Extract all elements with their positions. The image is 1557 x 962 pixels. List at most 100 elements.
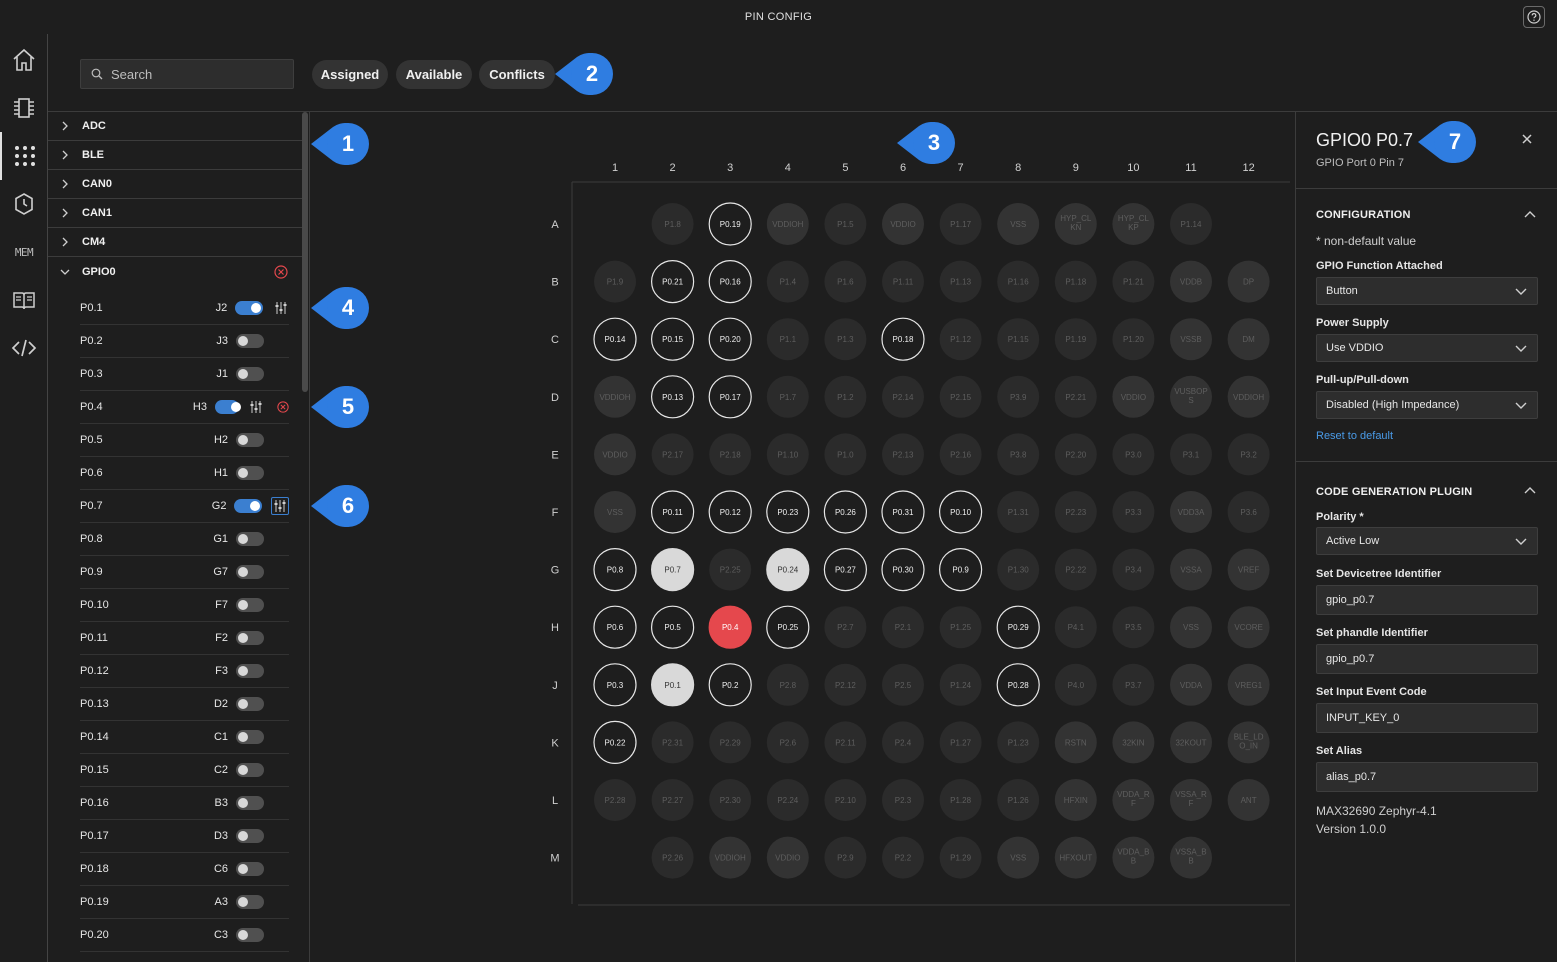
group-label: GPIO0 (82, 265, 116, 278)
pin-p2-20-label: P2.20 (1065, 450, 1086, 459)
power-supply-select[interactable]: Use VDDIO (1316, 334, 1538, 362)
pin-vssa-b-b-label: B (1188, 857, 1193, 866)
pin-p2-9-label: P2.9 (837, 854, 854, 863)
pin-toggle[interactable] (236, 466, 264, 480)
pin-row-p0-14[interactable]: P0.14 C1 (80, 721, 289, 754)
activity-mem[interactable]: MEM (0, 228, 48, 276)
pin-name: P0.2 (80, 335, 103, 347)
pin-row-p0-19[interactable]: P0.19 A3 (80, 886, 289, 919)
row-label: B (551, 277, 558, 289)
polarity-select[interactable]: Active Low (1316, 527, 1538, 555)
pin-toggle[interactable] (236, 334, 264, 348)
chevron-up-icon[interactable] (1524, 210, 1536, 218)
pin-row-p0-16[interactable]: P0.16 B3 (80, 787, 289, 820)
filter-assigned[interactable]: Assigned (312, 60, 388, 89)
pin-row-p0-3[interactable]: P0.3 J1 (80, 358, 289, 391)
pin-row-p0-4[interactable]: P0.4 H3 (80, 391, 289, 424)
pin-row-p0-1[interactable]: P0.1 J2 (80, 292, 289, 325)
toggle-knob (238, 666, 248, 676)
filter-available[interactable]: Available (396, 60, 472, 89)
pin-vdda-b-b-label: B (1131, 857, 1136, 866)
pin-toggle[interactable] (236, 763, 264, 777)
chevron-up-icon[interactable] (1524, 486, 1536, 494)
tune-icon (274, 500, 286, 512)
group-cm4[interactable]: CM4 (48, 228, 302, 257)
pin-row-p0-2[interactable]: P0.2 J3 (80, 325, 289, 358)
pin-row-p0-10[interactable]: P0.10 F7 (80, 589, 289, 622)
pin-toggle[interactable] (236, 862, 264, 876)
group-gpio0[interactable]: GPIO0 (48, 257, 302, 286)
pin-row-p0-7[interactable]: P0.7 G2 (80, 490, 289, 523)
conflict-icon (274, 265, 288, 279)
group-can1[interactable]: CAN1 (48, 199, 302, 228)
pin-p1-10-label: P1.10 (777, 450, 798, 459)
configuration-header[interactable]: CONFIGURATION (1316, 209, 1411, 221)
help-button[interactable] (1523, 6, 1545, 28)
pin-toggle[interactable] (214, 400, 241, 414)
pin-toggle[interactable] (234, 499, 263, 513)
pin-name: P0.20 (80, 929, 109, 941)
search-box[interactable] (80, 59, 294, 89)
pin-toggle[interactable] (236, 367, 264, 381)
event-code-input[interactable]: INPUT_KEY_0 (1316, 703, 1538, 733)
pin-row-p0-9[interactable]: P0.9 G7 (80, 556, 289, 589)
pin-toggle[interactable] (236, 697, 264, 711)
pin-toggle[interactable] (236, 631, 264, 645)
scrollbar-thumb[interactable] (302, 112, 308, 392)
configure-button[interactable] (249, 399, 263, 415)
filter-conflicts[interactable]: Conflicts (479, 60, 555, 89)
pin-name: P0.17 (80, 830, 109, 842)
phandle-input[interactable]: gpio_p0.7 (1316, 644, 1538, 674)
pin-row-p0-15[interactable]: P0.15 C2 (80, 754, 289, 787)
activity-code[interactable] (0, 324, 48, 372)
pin-toggle[interactable] (236, 433, 264, 447)
pin-p3-5-label: P3.5 (1125, 623, 1142, 632)
chevron-right-icon (62, 150, 68, 160)
pin-toggle[interactable] (236, 598, 264, 612)
pin-toggle[interactable] (236, 730, 264, 744)
pin-toggle[interactable] (236, 565, 264, 579)
pin-toggle[interactable] (236, 664, 264, 678)
reset-to-default-link[interactable]: Reset to default (1316, 430, 1393, 442)
pin-row-p0-13[interactable]: P0.13 D2 (80, 688, 289, 721)
devicetree-input[interactable]: gpio_p0.7 (1316, 585, 1538, 615)
pin-location: F7 (215, 599, 228, 611)
pin-row-p0-8[interactable]: P0.8 G1 (80, 523, 289, 556)
pin-toggle[interactable] (235, 301, 264, 315)
configure-button[interactable] (273, 300, 289, 316)
group-ble[interactable]: BLE (48, 141, 302, 170)
pin-row-p0-6[interactable]: P0.6 H1 (80, 457, 289, 490)
activity-pin-config[interactable] (0, 132, 48, 180)
pin-location: A3 (214, 896, 228, 908)
group-can0[interactable]: CAN0 (48, 170, 302, 199)
row-label: L (552, 795, 558, 807)
pin-row-p0-5[interactable]: P0.5 H2 (80, 424, 289, 457)
pin-row-p0-12[interactable]: P0.12 F3 (80, 655, 289, 688)
pin-toggle[interactable] (236, 895, 264, 909)
activity-device[interactable] (0, 84, 48, 132)
pin-row-p0-18[interactable]: P0.18 C6 (80, 853, 289, 886)
codegen-header[interactable]: CODE GENERATION PLUGIN (1316, 486, 1472, 498)
pin-row-p0-20[interactable]: P0.20 C3 (80, 919, 289, 952)
pin-toggle[interactable] (236, 829, 264, 843)
pin-p0-3-label: P0.3 (607, 681, 624, 690)
close-icon[interactable] (1520, 132, 1534, 146)
pin-row-p0-17[interactable]: P0.17 D3 (80, 820, 289, 853)
configure-button[interactable] (271, 497, 289, 515)
activity-docs[interactable] (0, 276, 48, 324)
pin-toggle[interactable] (236, 532, 264, 546)
pin-toggle[interactable] (236, 928, 264, 942)
activity-home[interactable] (0, 36, 48, 84)
pin-p1-12-label: P1.12 (950, 335, 971, 344)
alias-input[interactable]: alias_p0.7 (1316, 762, 1538, 792)
callout-5: 5 (311, 386, 369, 428)
function-select[interactable]: Button (1316, 277, 1538, 305)
tune-icon (250, 401, 262, 413)
pin-name: P0.13 (80, 698, 109, 710)
search-input[interactable] (111, 66, 281, 82)
group-adc[interactable]: ADC (48, 112, 302, 141)
activity-clock[interactable] (0, 180, 48, 228)
pin-row-p0-11[interactable]: P0.11 F2 (80, 622, 289, 655)
pull-select[interactable]: Disabled (High Impedance) (1316, 391, 1538, 419)
pin-toggle[interactable] (236, 796, 264, 810)
